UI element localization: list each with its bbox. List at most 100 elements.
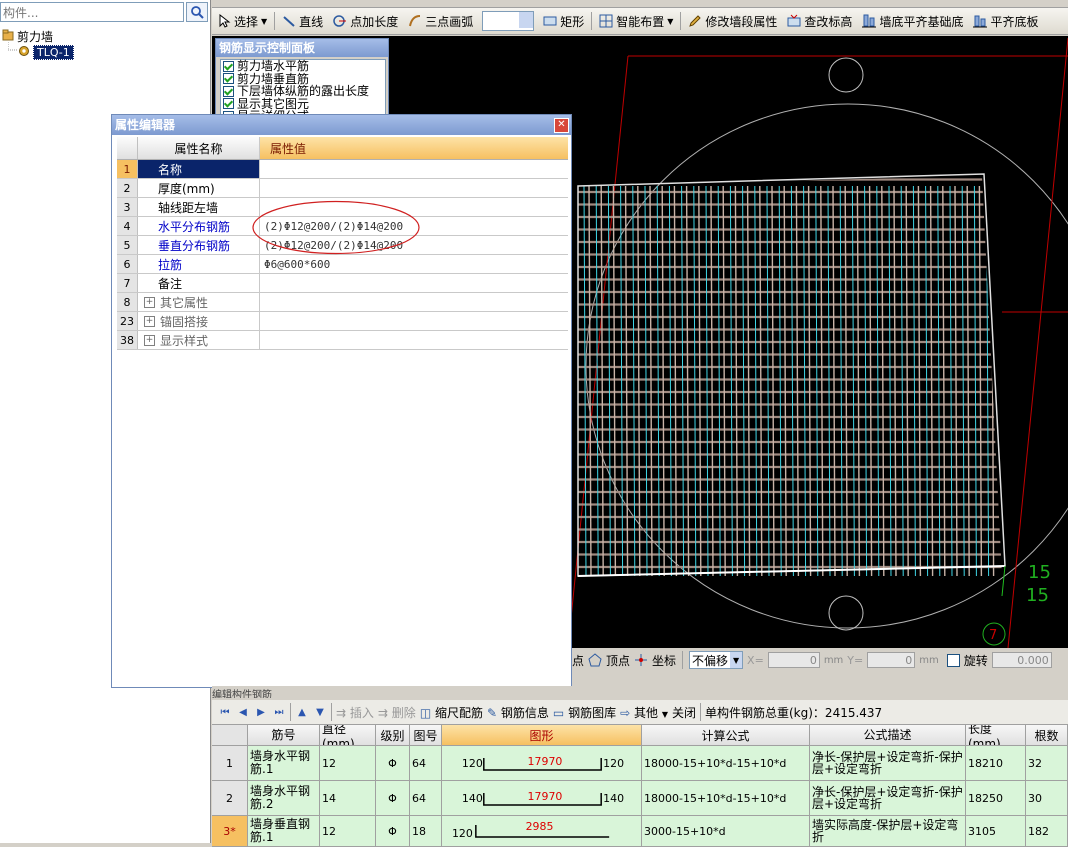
checkbox-checked-icon[interactable] <box>223 85 234 97</box>
tree-item-tlq1[interactable]: TLQ-1 <box>18 44 74 60</box>
property-group-row[interactable]: 38 + 显示样式 <box>117 331 568 350</box>
expand-icon[interactable]: + <box>144 296 155 308</box>
cell-diameter[interactable]: 12 <box>320 746 376 780</box>
cell-length[interactable]: 18250 <box>966 781 1026 815</box>
table-row[interactable]: 1 墙身水平钢筋.1 12 Φ 64 120 17970 120 18000-1… <box>212 746 1068 781</box>
property-value[interactable] <box>260 179 568 197</box>
row-number: 23 <box>117 312 138 330</box>
table-row[interactable]: 3* 墙身垂直钢筋.1 12 Φ 18 120 2985 3000-15+10*… <box>212 816 1068 847</box>
property-row[interactable]: 7 备注 <box>117 274 568 293</box>
cell-grade[interactable]: Φ <box>376 746 410 780</box>
rotate-input[interactable]: 0.000 <box>991 652 1052 668</box>
point-length-button[interactable]: 点加长度 <box>328 10 403 32</box>
next-record-icon[interactable]: ▶ <box>254 705 268 719</box>
first-record-icon[interactable]: ⏮ <box>218 705 232 719</box>
offset-dropdown[interactable]: 不偏移 ▼ <box>689 651 744 669</box>
expand-icon[interactable]: + <box>144 315 155 327</box>
cell-bar-no[interactable]: 墙身水平钢筋.2 <box>248 781 320 815</box>
prev-record-icon[interactable]: ◀ <box>236 705 250 719</box>
property-row[interactable]: 1 名称 <box>117 160 568 179</box>
insert-button[interactable]: ⇉ 插入 <box>336 704 374 721</box>
property-group-row[interactable]: 8 + 其它属性 <box>117 293 568 312</box>
component-search-input[interactable]: 构件... <box>0 2 184 22</box>
cell-count[interactable]: 32 <box>1026 746 1068 780</box>
checkbox-row[interactable]: 剪力墙水平筋 <box>221 60 385 73</box>
wall-bottom-align-button[interactable]: 墙底平齐基础底 <box>857 10 968 32</box>
property-group-row[interactable]: 23 + 锚固搭接 <box>117 312 568 331</box>
delete-button[interactable]: ⇉ 删除 <box>378 704 416 721</box>
axis-bubble-top <box>828 57 864 93</box>
chevron-down-icon[interactable]: ▼ <box>730 652 743 668</box>
checkbox-checked-icon[interactable] <box>223 60 234 72</box>
modify-wall-segment-button[interactable]: 修改墙段属性 <box>683 10 782 32</box>
move-up-icon[interactable]: ▲ <box>295 705 309 719</box>
cell-description[interactable]: 净长-保护层+设定弯折-保护层+设定弯折 <box>810 746 966 780</box>
cell-count[interactable]: 30 <box>1026 781 1068 815</box>
cell-shape[interactable]: 120 17970 120 <box>442 746 642 780</box>
other-button[interactable]: ⇨ 其他 ▼ <box>620 704 668 721</box>
property-value[interactable]: Φ6@600*600 <box>260 255 568 273</box>
cell-count[interactable]: 182 <box>1026 816 1068 846</box>
scale-button[interactable]: ◫ 缩尺配筋 <box>420 704 483 721</box>
other-icon: ⇨ <box>620 705 631 720</box>
point-snap[interactable]: 点 <box>572 652 584 669</box>
expand-icon[interactable]: + <box>144 334 155 346</box>
info-button[interactable]: ✎ 钢筋信息 <box>487 704 549 721</box>
cell-formula[interactable]: 18000-15+10*d-15+10*d <box>642 781 810 815</box>
checkbox-checked-icon[interactable] <box>223 98 234 110</box>
row-number: 2 <box>117 179 138 197</box>
cell-length[interactable]: 3105 <box>966 816 1026 846</box>
property-editor-title[interactable]: 属性编辑器 <box>112 115 571 135</box>
last-record-icon[interactable]: ⏭ <box>272 705 286 719</box>
cell-formula[interactable]: 3000-15+10*d <box>642 816 810 846</box>
search-icon[interactable] <box>186 2 208 22</box>
rotate-checkbox[interactable] <box>946 653 960 667</box>
property-row[interactable]: 2 厚度(mm) <box>117 179 568 198</box>
ruler-icon: ◫ <box>419 705 432 720</box>
cell-grade[interactable]: Φ <box>376 816 410 846</box>
header-diameter: 直径(mm) <box>320 725 376 745</box>
move-down-icon[interactable]: ▼ <box>313 705 327 719</box>
cell-shape[interactable]: 140 17970 140 <box>442 781 642 815</box>
cell-description[interactable]: 墙实际高度-保护层+设定弯折 <box>810 816 966 846</box>
arc-mode-dropdown[interactable] <box>482 11 535 31</box>
y-input[interactable]: 0 <box>867 652 916 668</box>
property-value[interactable] <box>260 274 568 292</box>
cell-diameter[interactable]: 14 <box>320 781 376 815</box>
cell-figure-no[interactable]: 64 <box>410 746 442 780</box>
cell-diameter[interactable]: 12 <box>320 816 376 846</box>
checkbox-row[interactable]: 下层墙体纵筋的露出长度 <box>221 85 385 98</box>
align-slab-bottom-button[interactable]: 平齐底板 <box>968 10 1043 32</box>
property-value[interactable] <box>260 160 568 178</box>
checkbox-checked-icon[interactable] <box>223 73 234 85</box>
library-button[interactable]: ▭ 钢筋图库 <box>553 704 616 721</box>
cell-length[interactable]: 18210 <box>966 746 1026 780</box>
coordinate-snap[interactable]: 坐标 <box>652 652 676 669</box>
vertex-snap[interactable]: 顶点 <box>606 652 630 669</box>
select-button[interactable]: 选择 ▼ <box>212 10 272 32</box>
control-panel-title[interactable]: 钢筋显示控制面板 <box>216 39 388 57</box>
close-icon[interactable]: ✕ <box>554 118 569 133</box>
cell-description[interactable]: 净长-保护层+设定弯折-保护层+设定弯折 <box>810 781 966 815</box>
y-unit: mm <box>919 654 939 666</box>
cell-grade[interactable]: Φ <box>376 781 410 815</box>
three-point-arc-button[interactable]: 三点画弧 <box>403 10 478 32</box>
line-button[interactable]: 直线 <box>277 10 328 32</box>
rect-button[interactable]: 矩形 <box>538 10 589 32</box>
property-row[interactable]: 6 拉筋 Φ6@600*600 <box>117 255 568 274</box>
smart-layout-button[interactable]: 智能布置 ▼ <box>594 10 678 32</box>
cell-figure-no[interactable]: 64 <box>410 781 442 815</box>
cell-shape[interactable]: 120 2985 <box>442 816 642 846</box>
header-count: 根数 <box>1026 725 1068 745</box>
cell-bar-no[interactable]: 墙身垂直钢筋.1 <box>248 816 320 846</box>
row-number: 1 <box>212 746 248 780</box>
toolbar-separator <box>274 12 276 30</box>
cell-formula[interactable]: 18000-15+10*d-15+10*d <box>642 746 810 780</box>
table-row[interactable]: 2 墙身水平钢筋.2 14 Φ 64 140 17970 140 18000-1… <box>212 781 1068 816</box>
rebar-table: 筋号 直径(mm) 级别 图号 图形 计算公式 公式描述 长度(mm) 根数 1… <box>212 725 1068 847</box>
x-input[interactable]: 0 <box>767 652 820 668</box>
check-elevation-button[interactable]: 查改标高 <box>782 10 857 32</box>
cell-figure-no[interactable]: 18 <box>410 816 442 846</box>
cell-bar-no[interactable]: 墙身水平钢筋.1 <box>248 746 320 780</box>
close-button[interactable]: 关闭 <box>672 704 696 721</box>
